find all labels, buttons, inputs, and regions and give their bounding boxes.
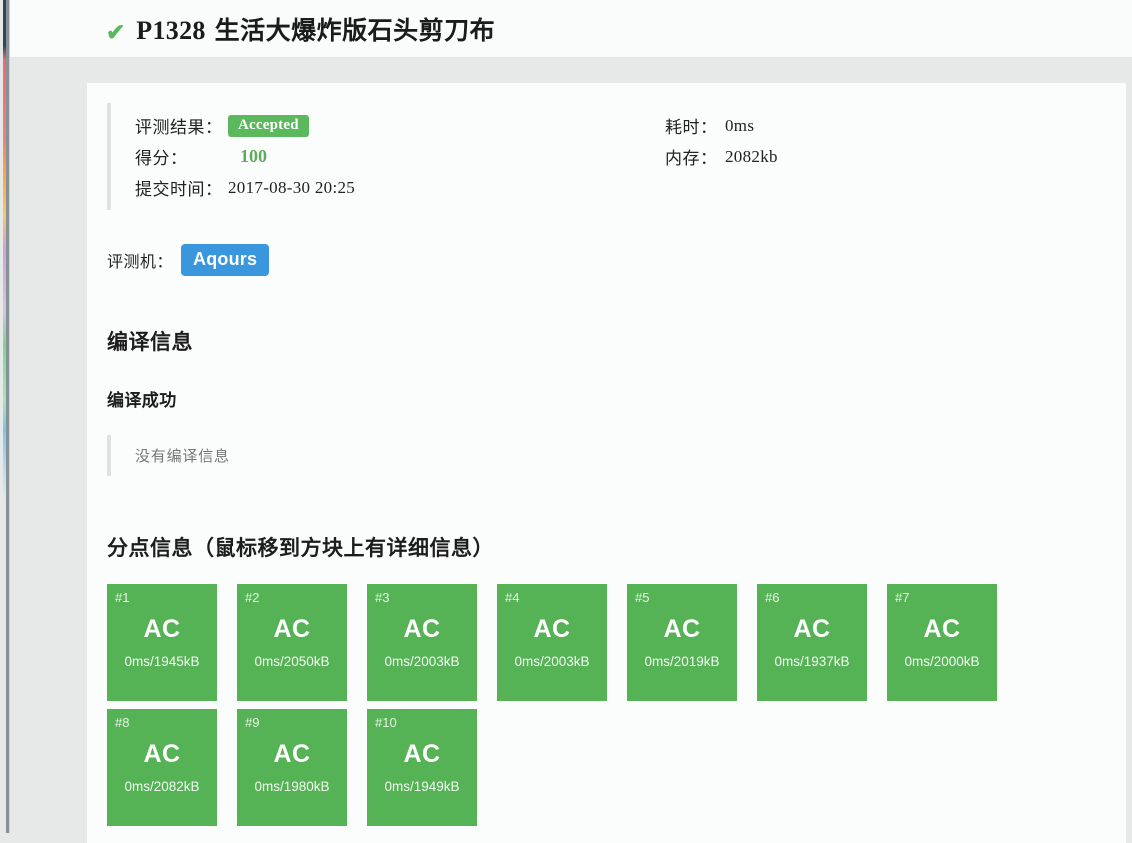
test-case-detail: 0ms/2082kB [124,779,200,794]
test-case-detail: 0ms/1980kB [254,779,330,794]
memory-value: 2082kb [725,146,778,166]
test-case-block[interactable]: #7 AC 0ms/2000kB [887,584,997,701]
test-case-status: AC [403,740,441,768]
subtask-info-heading: 分点信息（鼠标移到方块上有详细信息） [107,537,494,560]
test-case-detail: 0ms/1949kB [384,779,460,794]
check-icon: ✔ [106,18,126,45]
submit-time-row: 提交时间： 2017-08-30 20:25 [135,172,665,203]
submit-time-value: 2017-08-30 20:25 [228,177,356,197]
page-header: ✔ P1328 生活大爆炸版石头剪刀布 [10,0,1132,58]
test-case-id: #9 [245,715,260,730]
test-case-status: AC [533,615,571,643]
submit-time-label: 提交时间： [135,180,223,199]
test-case-block[interactable]: #4 AC 0ms/2003kB [497,584,607,701]
test-case-detail: 0ms/1937kB [774,654,850,669]
test-case-detail: 0ms/2019kB [644,654,720,669]
test-case-id: #6 [765,590,780,605]
test-case-block[interactable]: #8 AC 0ms/2082kB [107,709,217,826]
test-case-grid: #1 AC 0ms/1945kB #2 AC 0ms/2050kB #3 AC 0ms/2003… [107,584,1017,834]
status-badge: Accepted [228,114,309,137]
test-case-status: AC [923,615,961,643]
compile-info-heading: 编译信息 [107,331,193,354]
test-case-block[interactable]: #1 AC 0ms/1945kB [107,584,217,701]
test-case-id: #4 [505,590,520,605]
test-case-status: AC [793,615,831,643]
score-value: 100 [240,146,267,166]
judger-label: 评测机： [107,254,174,271]
result-row: 评测结果： Accepted [135,110,665,141]
judger-row: 评测机： Aqours [107,244,1106,276]
test-case-detail: 0ms/2000kB [904,654,980,669]
submission-detail-card: 评测结果： Accepted 得分： 100 提交时间： 2017-08-30 … [87,83,1126,843]
test-case-block[interactable]: #10 AC 0ms/1949kB [367,709,477,826]
score-label: 得分： [135,149,188,168]
test-case-id: #3 [375,590,390,605]
memory-row: 内存： 2082kb [665,141,778,172]
page-title: ✔ P1328 生活大爆炸版石头剪刀布 [106,11,495,47]
test-case-detail: 0ms/2003kB [514,654,590,669]
test-case-block[interactable]: #2 AC 0ms/2050kB [237,584,347,701]
test-case-status: AC [143,740,181,768]
test-case-status: AC [273,615,311,643]
test-case-detail: 0ms/2003kB [384,654,460,669]
test-case-id: #10 [375,715,397,730]
test-case-id: #1 [115,590,130,605]
test-case-status: AC [403,615,441,643]
test-case-detail: 0ms/2050kB [254,654,330,669]
memory-label: 内存： [665,149,718,168]
problem-title: 生活大爆炸版石头剪刀布 [214,16,496,45]
rainbow-accent-strip [3,0,6,833]
result-label: 评测结果： [135,118,223,137]
test-case-block[interactable]: #6 AC 0ms/1937kB [757,584,867,701]
test-case-status: AC [143,615,181,643]
compile-status-heading: 编译成功 [107,391,177,410]
test-case-id: #8 [115,715,130,730]
judger-badge[interactable]: Aqours [181,244,270,276]
test-case-status: AC [273,740,311,768]
score-row: 得分： 100 [135,141,665,172]
time-value: 0ms [725,115,755,135]
time-row: 耗时： 0ms [665,110,778,141]
test-case-status: AC [663,615,701,643]
test-case-block[interactable]: #5 AC 0ms/2019kB [627,584,737,701]
test-case-block[interactable]: #9 AC 0ms/1980kB [237,709,347,826]
problem-id: P1328 [136,15,206,45]
test-case-detail: 0ms/1945kB [124,654,200,669]
submission-summary: 评测结果： Accepted 得分： 100 提交时间： 2017-08-30 … [107,103,1106,210]
test-case-id: #2 [245,590,260,605]
test-case-id: #5 [635,590,650,605]
test-case-id: #7 [895,590,910,605]
test-case-block[interactable]: #3 AC 0ms/2003kB [367,584,477,701]
time-label: 耗时： [665,118,718,137]
compile-message: 没有编译信息 [107,435,1106,476]
page-left-divider [9,0,10,833]
